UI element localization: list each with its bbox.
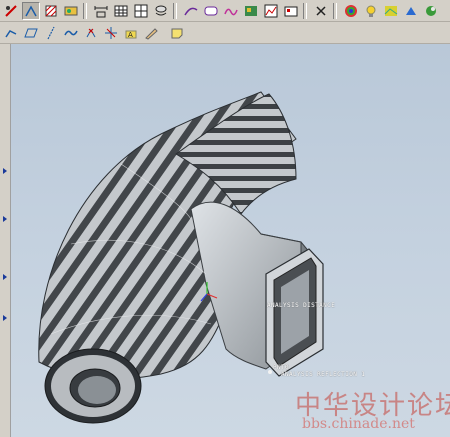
pipe-elbow-model [38, 91, 324, 424]
spline-icon[interactable] [62, 24, 80, 42]
render-icon[interactable] [282, 2, 300, 20]
analysis-reflection-label: ANALYSIS REFLECTION 1 [281, 371, 366, 378]
watermark-site-url: bbs.chinade.net [302, 416, 415, 432]
sketch-mode-icon[interactable] [142, 24, 160, 42]
toolbar-separator [333, 2, 337, 19]
split-icon[interactable] [102, 24, 120, 42]
toolbar-separator [303, 2, 307, 19]
top-toolbar [0, 0, 450, 22]
rectangle-icon[interactable] [22, 24, 40, 42]
toolbar-separator [83, 2, 87, 19]
dimension-icon[interactable] [92, 2, 110, 20]
sketch-tool-icon[interactable] [22, 1, 40, 20]
sketch-toolbar: A [0, 22, 450, 44]
model-viewport[interactable]: ANALYSIS DISTANCE PNT0 ANALYSIS REFLECTI… [11, 44, 450, 437]
arrow-right-icon[interactable] [2, 306, 8, 321]
camera-icon[interactable] [402, 2, 420, 20]
text-icon[interactable]: A [122, 24, 140, 42]
palette-tool-icon[interactable] [62, 2, 80, 20]
hatch-tool-icon[interactable] [42, 2, 60, 20]
scene-icon[interactable] [382, 2, 400, 20]
measure-icon[interactable] [182, 2, 200, 20]
color-wheel-icon[interactable] [342, 2, 360, 20]
layer-icon[interactable] [152, 2, 170, 20]
graph-icon[interactable] [262, 2, 280, 20]
table-icon[interactable] [112, 2, 130, 20]
left-side-strip [0, 44, 11, 437]
svg-text:A: A [128, 31, 133, 39]
point-icon[interactable] [82, 24, 100, 42]
arrow-right-icon[interactable] [2, 207, 8, 222]
arrow-right-icon[interactable] [2, 265, 8, 280]
point-marker [268, 370, 272, 374]
arrow-right-icon[interactable] [2, 159, 8, 174]
trim-tool-icon[interactable] [2, 2, 20, 20]
construction-line-icon[interactable] [42, 24, 60, 42]
point-label: PNT0 [273, 364, 290, 371]
close-icon[interactable] [312, 2, 330, 20]
line-icon[interactable] [2, 24, 20, 42]
appearance-icon[interactable] [422, 2, 440, 20]
note-icon[interactable] [168, 24, 186, 42]
analysis-distance-label: ANALYSIS DISTANCE [267, 302, 336, 309]
shade-analysis-icon[interactable] [222, 2, 240, 20]
grid-icon[interactable] [132, 2, 150, 20]
surface-display-icon[interactable] [242, 2, 260, 20]
curvature-icon[interactable] [202, 2, 220, 20]
toolbar-separator [173, 2, 177, 19]
light-bulb-icon[interactable] [362, 2, 380, 20]
